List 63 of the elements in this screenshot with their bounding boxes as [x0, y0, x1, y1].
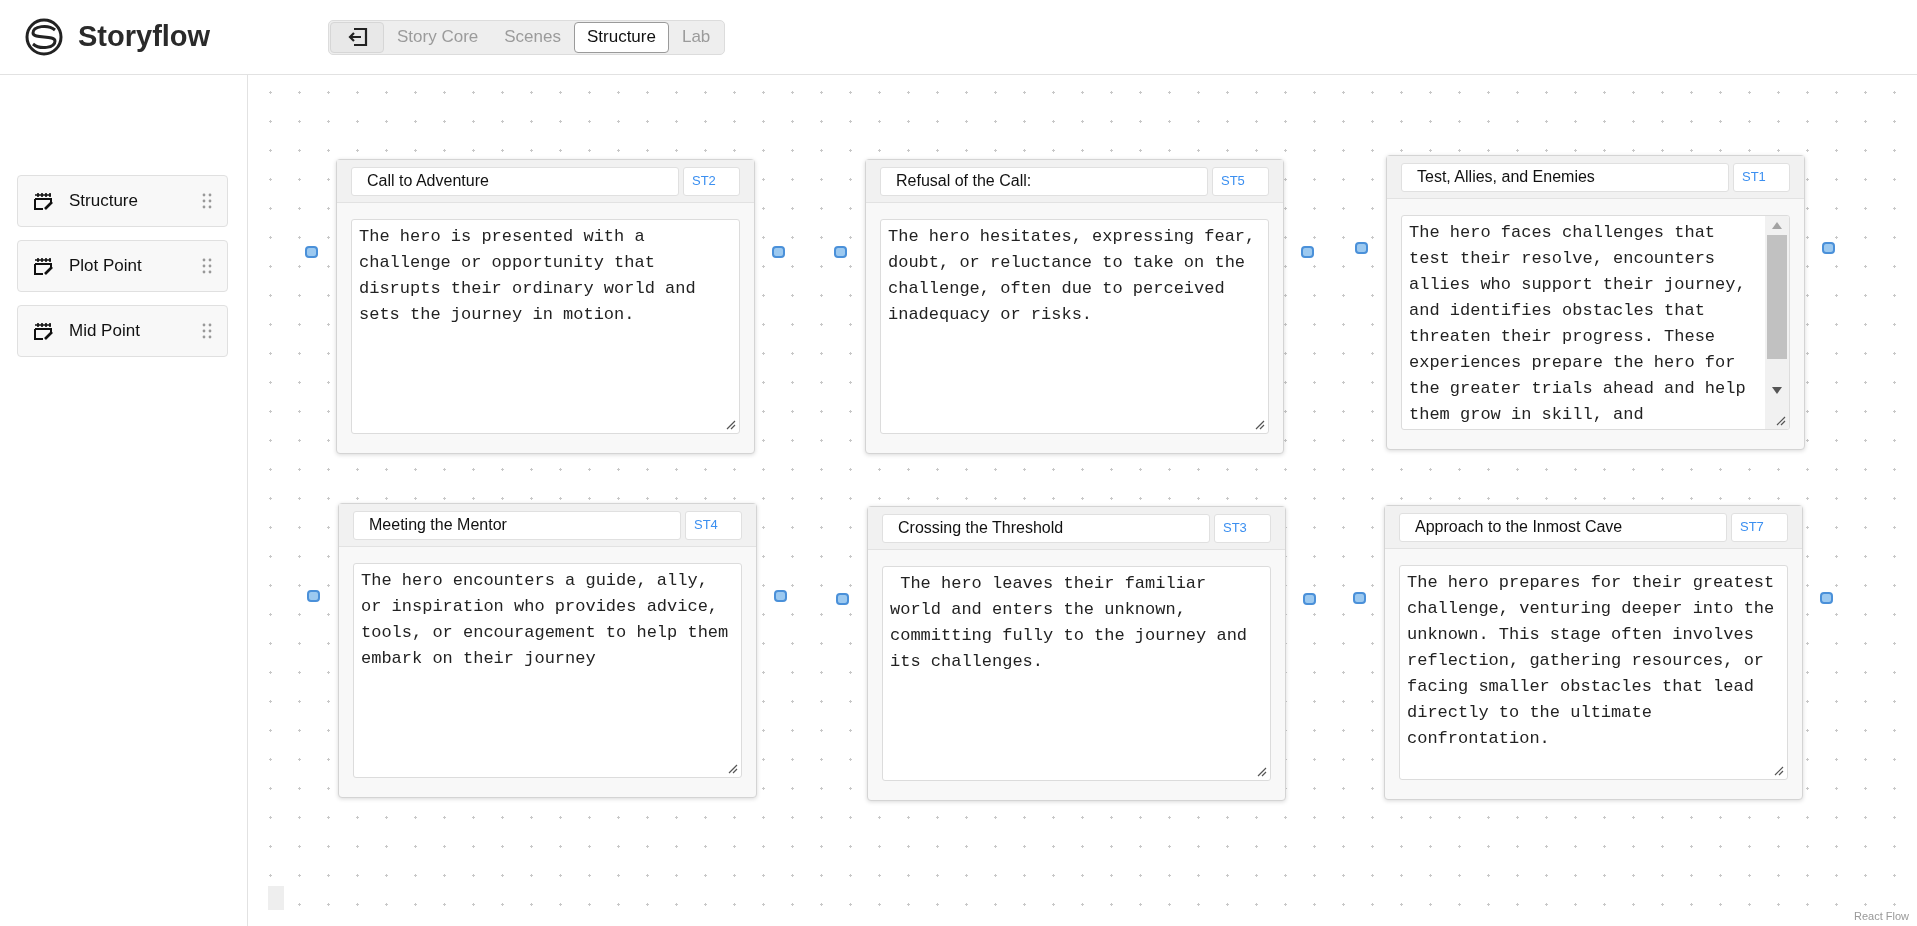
- logo-icon: [24, 17, 64, 57]
- sidebar-item[interactable]: Mid Point: [17, 305, 228, 357]
- connection-handle[interactable]: [305, 246, 318, 258]
- story-node[interactable]: Crossing the Threshold ST3 The hero leaves their familiar world and enters the unknown, committing fully to the journey and its challenges.: [867, 506, 1286, 801]
- description-text: The hero encounters a guide, ally, or inspiration who provides advice, tools, or encouragement to help them embark on their journey: [360, 570, 730, 670]
- resize-grip-icon[interactable]: [1257, 767, 1267, 777]
- description-text: The hero prepares for their greatest challenge, venturing deeper into the unknown. This stage often involves reflection, gathering resources, or facing smaller obstacles that lead directly to the ultimate confrontation.: [1406, 572, 1776, 750]
- description-field[interactable]: The hero hesitates, expressing fear, doubt, or reluctance to take on the challenge, often due to perceived inadequacy or risks.: [880, 219, 1269, 434]
- resize-grip-icon[interactable]: [1255, 420, 1265, 430]
- resize-grip-icon[interactable]: [726, 420, 736, 430]
- description-field[interactable]: The hero encounters a guide, ally, or inspiration who provides advice, tools, or encouragement to help them embark on their journey: [353, 563, 742, 778]
- description-text: The hero is presented with a challenge or opportunity that disrupts their ordinary world and sets the journey in motion.: [358, 226, 697, 326]
- connection-handle[interactable]: [772, 246, 785, 258]
- description-text: The hero faces challenges that test their resolve, encounters allies who support their journey, and identifies obstacles that threaten their progress. These experiences prepare the hero for the greater trials ahead and help them grow in skill, and: [1408, 222, 1747, 426]
- connection-handle[interactable]: [834, 246, 847, 258]
- resize-grip-icon[interactable]: [1774, 766, 1784, 776]
- sidebar-item[interactable]: Plot Point: [17, 240, 228, 292]
- clapperboard-pencil-icon: [33, 191, 55, 211]
- item-label: Structure: [69, 190, 139, 213]
- resize-grip-icon[interactable]: [1776, 416, 1786, 426]
- connection-handle[interactable]: [1303, 593, 1316, 605]
- title-field[interactable]: Test, Allies, and Enemies: [1401, 162, 1729, 192]
- sidebar-item[interactable]: Structure: [17, 175, 228, 227]
- drag-handle-icon[interactable]: [202, 258, 212, 274]
- app-name: Storyflow: [78, 19, 211, 55]
- back-button[interactable]: [330, 21, 384, 53]
- clapperboard-pencil-icon: [33, 256, 55, 276]
- connection-handle[interactable]: [1822, 242, 1835, 254]
- scroll-up-icon[interactable]: [1772, 222, 1782, 229]
- story-node[interactable]: Call to Adventure ST2 The hero is presented with a challenge or opportunity that disrupts their ordinary world and sets the journey in motion.: [336, 159, 755, 454]
- description-field[interactable]: The hero leaves their familiar world and enters the unknown, committing fully to the journey and its challenges.: [882, 566, 1271, 781]
- drag-handle-icon[interactable]: [202, 323, 212, 339]
- connection-handle[interactable]: [1355, 242, 1368, 254]
- description-field[interactable]: [1399, 565, 1788, 780]
- story-node[interactable]: [1384, 505, 1803, 800]
- story-node[interactable]: Meeting the Mentor ST4 The hero encounters a guide, ally, or inspiration who provides advice, tools, or encouragement to help them embark on their journey: [338, 503, 757, 798]
- connection-handle[interactable]: [307, 590, 320, 602]
- story-node[interactable]: Refusal of the Call: ST5 The hero hesitates, expressing fear, doubt, or reluctance to take on the challenge, often due to perceived inadequacy or risks.: [865, 159, 1284, 454]
- connection-handle[interactable]: [1301, 246, 1314, 258]
- connection-handle[interactable]: [1820, 592, 1833, 604]
- title-field[interactable]: Approach to the Inmost Cave: [1399, 512, 1727, 542]
- tab[interactable]: Structure: [573, 21, 669, 53]
- scroll-down-icon[interactable]: [1772, 387, 1782, 394]
- scrollbar[interactable]: [1765, 216, 1789, 429]
- description-text: The hero leaves their familiar world and enters the unknown, committing fully to the journey and its challenges.: [889, 573, 1249, 673]
- connection-handle[interactable]: [836, 593, 849, 605]
- exit-arrow-icon: [346, 27, 368, 47]
- description-field[interactable]: The hero is presented with a challenge or opportunity that disrupts their ordinary world and sets the journey in motion.: [351, 219, 740, 434]
- title-field[interactable]: Crossing the Threshold: [882, 513, 1210, 543]
- scrollbar-thumb[interactable]: [1767, 235, 1787, 359]
- drag-handle-icon[interactable]: [202, 193, 212, 209]
- description-field[interactable]: [1401, 215, 1790, 430]
- item-label: Plot Point: [69, 255, 143, 278]
- title-field[interactable]: Meeting the Mentor: [353, 510, 681, 540]
- title-field[interactable]: Call to Adventure: [351, 166, 679, 196]
- clapperboard-pencil-icon: [33, 321, 55, 341]
- connection-handle[interactable]: [1353, 592, 1366, 604]
- title-field[interactable]: Refusal of the Call:: [880, 166, 1208, 196]
- resize-grip-icon[interactable]: [728, 764, 738, 774]
- connection-handle[interactable]: [774, 590, 787, 602]
- description-text: The hero hesitates, expressing fear, doubt, or reluctance to take on the challenge, often due to perceived inadequacy or risks.: [887, 226, 1257, 326]
- item-label: Mid Point: [69, 320, 141, 343]
- story-node[interactable]: [1386, 155, 1805, 450]
